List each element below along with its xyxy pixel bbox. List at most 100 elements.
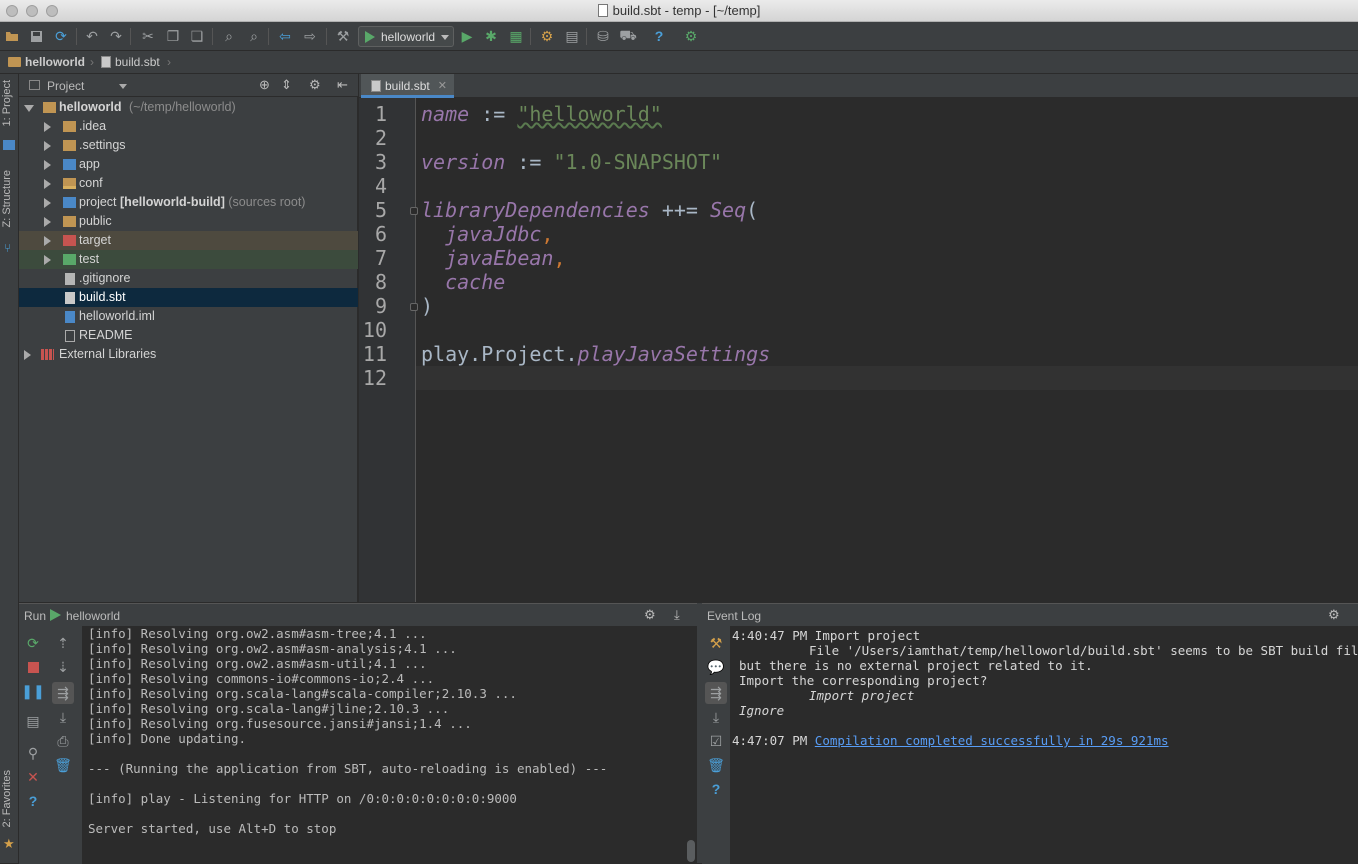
- breadcrumb-file[interactable]: build.sbt: [101, 55, 160, 69]
- settings-icon[interactable]: ⚙: [538, 27, 556, 45]
- collapse-all-icon[interactable]: ⇕: [281, 77, 292, 93]
- tree-root[interactable]: helloworld (~/temp/helloworld): [19, 98, 358, 117]
- code-editor[interactable]: name := "helloworld" version := "1.0-SNA…: [410, 98, 1358, 602]
- dump-threads-icon[interactable]: ▤: [24, 712, 42, 730]
- undo-icon[interactable]: ↶: [83, 27, 101, 45]
- tree-item-settings[interactable]: .settings: [19, 136, 358, 155]
- fold-marker-icon[interactable]: [410, 303, 418, 311]
- tab-project[interactable]: 1: Project: [1, 80, 13, 126]
- sync-icon[interactable]: ⟳: [52, 27, 70, 45]
- gear-icon[interactable]: ⚙: [309, 77, 321, 93]
- locate-icon[interactable]: ⊕: [259, 77, 270, 93]
- tree-item-target[interactable]: target: [19, 231, 358, 250]
- gear-icon[interactable]: ⚙: [644, 607, 656, 623]
- tree-item-public[interactable]: public: [19, 212, 358, 231]
- help-icon[interactable]: ?: [707, 780, 725, 798]
- mark-read-icon[interactable]: ☑: [707, 732, 725, 750]
- scroll-to-end-icon[interactable]: ⤓: [707, 708, 725, 726]
- stop-icon[interactable]: [24, 658, 42, 676]
- redo-icon[interactable]: ↷: [107, 27, 125, 45]
- close-tab-icon[interactable]: ✕: [438, 79, 447, 92]
- sdk-icon[interactable]: ⛁: [594, 27, 612, 45]
- library-icon: [41, 349, 54, 360]
- folder-icon: [63, 216, 76, 227]
- console-output[interactable]: [info] Resolving org.ow2.asm#asm-tree;4.…: [83, 626, 685, 864]
- debug-icon[interactable]: ✱: [482, 27, 500, 45]
- tree-item-test[interactable]: test: [19, 250, 358, 269]
- ignore-action[interactable]: Ignore: [739, 703, 784, 718]
- save-icon[interactable]: [27, 27, 45, 45]
- soft-wrap-icon[interactable]: ⇶: [705, 682, 727, 704]
- expand-arrow-icon[interactable]: [44, 236, 51, 246]
- tab-favorites[interactable]: 2: Favorites: [1, 770, 13, 827]
- paste-icon[interactable]: ❏: [188, 27, 206, 45]
- open-icon[interactable]: [3, 27, 21, 45]
- tree-item-gitignore[interactable]: .gitignore: [19, 269, 358, 288]
- fold-marker-icon[interactable]: [410, 207, 418, 215]
- expand-arrow-icon[interactable]: [44, 160, 51, 170]
- clear-all-icon[interactable]: 🗑: [54, 756, 72, 774]
- gear-icon[interactable]: ⚙: [1328, 607, 1340, 623]
- soft-wrap-icon[interactable]: ⇶: [52, 682, 74, 704]
- scroll-down-icon[interactable]: ⇣: [54, 658, 72, 676]
- pin-icon[interactable]: ⤓: [674, 607, 680, 623]
- scroll-up-icon[interactable]: ⇡: [54, 634, 72, 652]
- import-project-action[interactable]: Import project: [809, 688, 914, 703]
- expand-arrow-icon[interactable]: [44, 122, 51, 132]
- help-icon[interactable]: ?: [24, 792, 42, 810]
- tab-structure[interactable]: Z: Structure: [1, 170, 13, 227]
- expand-arrow-icon[interactable]: [44, 179, 51, 189]
- tree-item-project[interactable]: project [helloworld-build] (sources root…: [19, 193, 358, 212]
- close-icon[interactable]: ✕: [24, 768, 42, 786]
- expand-arrow-icon[interactable]: [44, 141, 51, 151]
- tree-item-readme[interactable]: README: [19, 326, 358, 345]
- tree-item-app[interactable]: app: [19, 155, 358, 174]
- tree-item-conf[interactable]: conf: [19, 174, 358, 193]
- back-icon[interactable]: ⇦: [276, 27, 294, 45]
- plugin-icon[interactable]: ⚙: [682, 27, 700, 45]
- scrollbar-thumb[interactable]: [687, 840, 695, 862]
- tree-item-idea[interactable]: .idea: [19, 117, 358, 136]
- attach-icon[interactable]: ⚲: [24, 744, 42, 762]
- print-icon[interactable]: ⎙: [54, 732, 72, 750]
- scroll-to-end-icon[interactable]: ⤓: [54, 708, 72, 726]
- structure-icon[interactable]: ▤: [563, 27, 581, 45]
- run-tab-label[interactable]: helloworld: [66, 609, 120, 623]
- balloon-icon[interactable]: 💬: [707, 658, 725, 676]
- chevron-down-icon[interactable]: [119, 84, 127, 89]
- pause-icon[interactable]: ❚❚: [21, 682, 44, 700]
- help-icon[interactable]: ?: [650, 27, 668, 45]
- run-configuration-select[interactable]: helloworld: [358, 26, 454, 47]
- tree-item-build-sbt[interactable]: build.sbt: [19, 288, 358, 307]
- module-file-icon: [65, 311, 75, 323]
- find-icon[interactable]: ⌕: [220, 27, 238, 45]
- breadcrumb-project[interactable]: helloworld: [8, 55, 85, 69]
- run-icon[interactable]: ▶: [458, 27, 476, 45]
- tree-item-iml[interactable]: helloworld.iml: [19, 307, 358, 326]
- replace-icon[interactable]: ⌕: [245, 27, 263, 45]
- rerun-icon[interactable]: ⟳: [24, 634, 42, 652]
- expand-arrow-icon[interactable]: [24, 350, 31, 360]
- event-text: but there is no external project related…: [739, 658, 1093, 673]
- cut-icon[interactable]: ✂: [139, 27, 157, 45]
- forward-icon[interactable]: ⇨: [301, 27, 319, 45]
- clear-all-icon[interactable]: 🗑: [707, 756, 725, 774]
- hide-panel-icon[interactable]: ⇤: [337, 77, 348, 93]
- android-icon[interactable]: ⛟: [619, 27, 637, 45]
- expand-arrow-icon[interactable]: [44, 217, 51, 227]
- tab-build-sbt[interactable]: build.sbt ✕: [361, 74, 454, 98]
- expand-arrow-icon[interactable]: [24, 105, 34, 112]
- line-number: 1: [374, 102, 387, 126]
- expand-arrow-icon[interactable]: [44, 255, 51, 265]
- coverage-icon[interactable]: ▦: [507, 27, 525, 45]
- build-icon[interactable]: ⚒: [334, 27, 352, 45]
- project-view-select[interactable]: Project: [47, 79, 84, 93]
- console-line: [info] Done updating.: [88, 731, 247, 746]
- copy-icon[interactable]: ❐: [164, 27, 182, 45]
- expand-arrow-icon[interactable]: [44, 198, 51, 208]
- module-folder-icon: [63, 197, 76, 208]
- tree-item-external-libraries[interactable]: External Libraries: [19, 345, 358, 364]
- console-scrollbar[interactable]: [685, 626, 697, 864]
- compilation-link[interactable]: Compilation completed successfully in 29…: [815, 733, 1169, 748]
- settings-icon[interactable]: ⚒: [707, 634, 725, 652]
